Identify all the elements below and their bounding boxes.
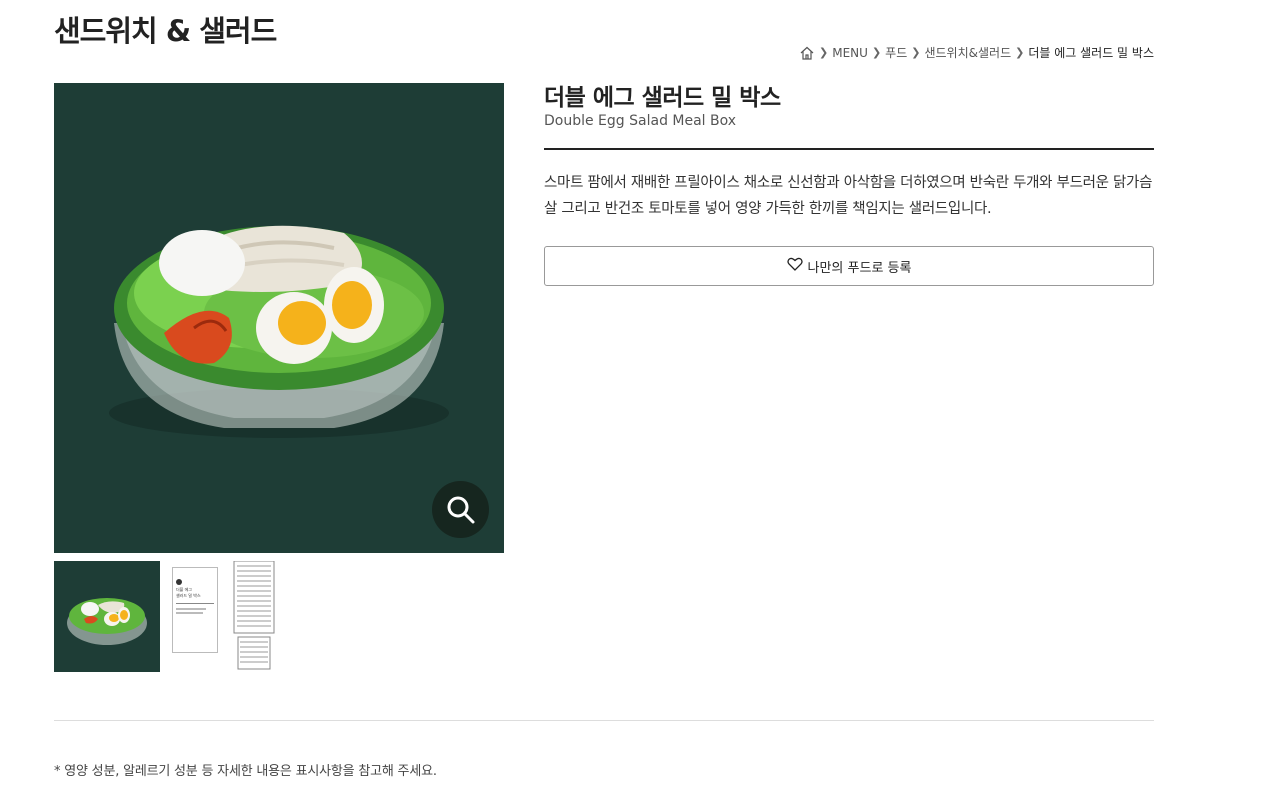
product-description: 스마트 팜에서 재배한 프릴아이스 채소로 신선함과 아삭함을 더하였으며 반숙… — [544, 175, 1153, 217]
footnote: * 영양 성분, 알레르기 성분 등 자세한 내용은 표시사항을 참고해 주세요… — [54, 764, 437, 779]
thumbnail-product-photo[interactable] — [54, 561, 160, 672]
breadcrumb-item-category[interactable]: 샌드위치&샐러드 — [924, 44, 1011, 61]
zoom-button[interactable] — [432, 481, 489, 538]
add-to-my-food-label: 나만의 푸드로 등록 — [807, 260, 912, 276]
thumbnail-label-line2: 샐러드 밀 박스 — [176, 593, 201, 598]
thumbnail-list: 더블 에그 샐러드 밀 박스 — [54, 561, 278, 672]
product-name-en: Double Egg Salad Meal Box — [544, 113, 737, 129]
breadcrumb-current: 더블 에그 샐러드 밀 박스 — [1028, 46, 1154, 60]
page-title: 샌드위치 & 샐러드 — [54, 14, 277, 48]
chevron-right-icon: ❯ — [1015, 46, 1025, 59]
heart-outline-icon — [786, 257, 803, 275]
divider — [544, 148, 1154, 150]
chevron-right-icon: ❯ — [819, 46, 829, 59]
thumbnail-nutrition-label[interactable] — [230, 561, 278, 672]
chevron-right-icon: ❯ — [911, 46, 921, 59]
breadcrumb: ❯ MENU ❯ 푸드 ❯ 샌드위치&샐러드 ❯ 더블 에그 샐러드 밀 박스 — [799, 44, 1154, 61]
divider — [54, 720, 1154, 721]
breadcrumb-item-food[interactable]: 푸드 — [885, 44, 907, 61]
search-icon — [445, 494, 477, 526]
thumbnail-package-label[interactable]: 더블 에그 샐러드 밀 박스 — [168, 561, 222, 672]
product-main-image — [54, 83, 504, 553]
add-to-my-food-button[interactable]: 나만의 푸드로 등록 — [544, 246, 1154, 286]
chevron-right-icon: ❯ — [871, 46, 882, 59]
home-icon[interactable] — [799, 45, 815, 61]
product-name: 더블 에그 샐러드 밀 박스 — [544, 85, 781, 111]
breadcrumb-item-menu[interactable]: MENU — [832, 46, 868, 60]
